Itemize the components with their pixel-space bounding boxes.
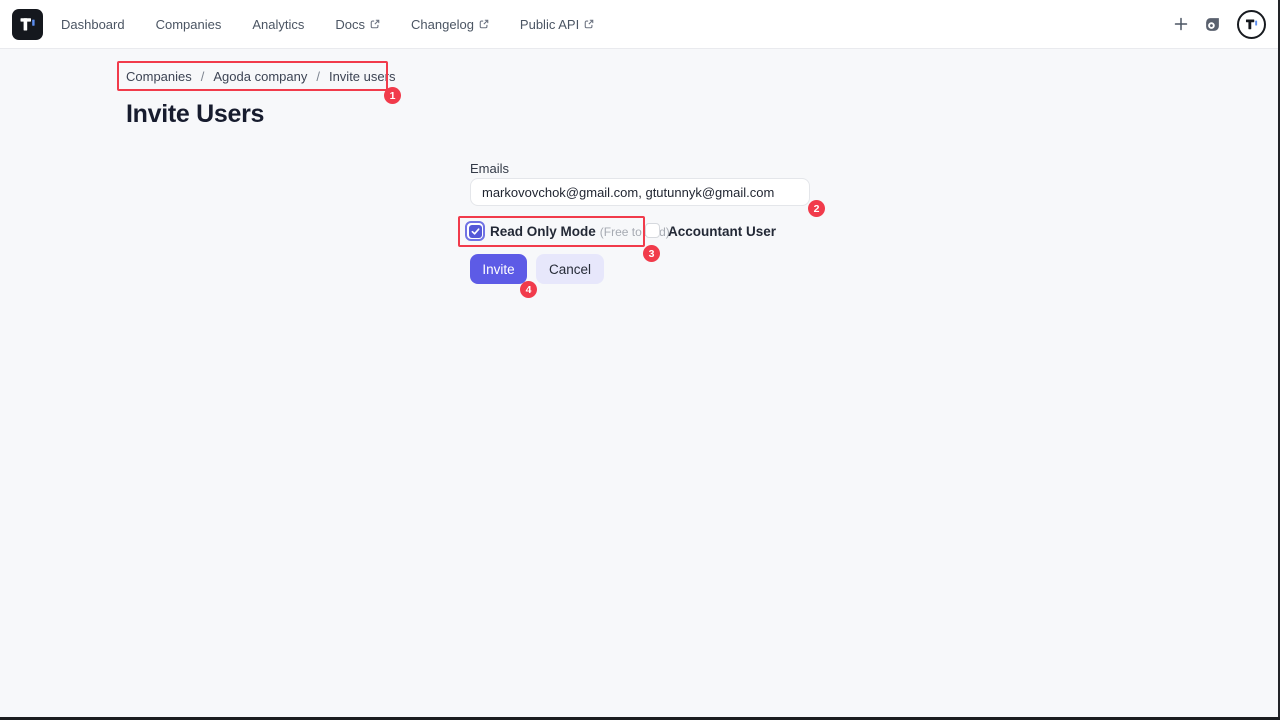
nav-item-label: Public API bbox=[519, 16, 580, 32]
external-link-icon bbox=[584, 19, 594, 29]
breadcrumb-separator: / bbox=[316, 69, 320, 84]
nav-item-label: Changelog bbox=[411, 16, 474, 32]
brand-logo[interactable] bbox=[12, 8, 43, 40]
external-link-icon bbox=[370, 19, 380, 29]
nav-item-analytics[interactable]: Analytics bbox=[252, 17, 304, 32]
checkbox-checked-fill bbox=[468, 224, 482, 238]
breadcrumb: Companies / Agoda company / Invite users bbox=[126, 69, 395, 84]
emails-input[interactable] bbox=[470, 178, 810, 206]
avatar-brand-icon bbox=[1245, 19, 1258, 29]
nav-item-public-api[interactable]: Public API bbox=[520, 17, 594, 32]
breadcrumb-item-invite-users[interactable]: Invite users bbox=[329, 69, 395, 84]
annotation-badge-4: 4 bbox=[520, 281, 537, 298]
annotation-badge-2: 2 bbox=[808, 200, 825, 217]
accountant-user-checkbox[interactable] bbox=[645, 223, 660, 238]
nav-item-label: Docs bbox=[335, 16, 366, 32]
breadcrumb-item-companies[interactable]: Companies bbox=[126, 69, 192, 84]
annotation-badge-1: 1 bbox=[384, 87, 401, 104]
support-icon bbox=[1206, 17, 1219, 31]
nav-item-companies[interactable]: Companies bbox=[156, 17, 222, 32]
read-only-mode-text: Read Only Mode bbox=[490, 224, 596, 239]
page-title: Invite Users bbox=[126, 100, 265, 128]
nav-item-label: Dashboard bbox=[61, 16, 125, 32]
app-window: Dashboard Companies Analytics Docs Chang… bbox=[0, 0, 1280, 720]
external-link-icon bbox=[479, 19, 489, 29]
add-button[interactable] bbox=[1174, 17, 1188, 31]
nav-item-dashboard[interactable]: Dashboard bbox=[61, 17, 125, 32]
plus-icon bbox=[1174, 17, 1188, 31]
invite-button[interactable]: Invite bbox=[470, 254, 527, 284]
accountant-user-text: Accountant User bbox=[668, 224, 777, 239]
accountant-user-label[interactable]: Accountant User bbox=[668, 224, 776, 239]
top-navbar: Dashboard Companies Analytics Docs Chang… bbox=[0, 0, 1280, 49]
breadcrumb-separator: / bbox=[200, 69, 205, 84]
main-nav: Dashboard Companies Analytics Docs Chang… bbox=[61, 17, 594, 32]
header-actions bbox=[1174, 9, 1266, 39]
annotation-badge-3: 3 bbox=[643, 245, 660, 262]
read-only-mode-label[interactable]: Read Only Mode (Free to Add) bbox=[490, 224, 670, 239]
brand-logo-icon bbox=[20, 17, 35, 30]
nav-item-changelog[interactable]: Changelog bbox=[411, 17, 489, 32]
check-icon bbox=[471, 227, 479, 235]
nav-item-docs[interactable]: Docs bbox=[335, 17, 380, 32]
account-avatar[interactable] bbox=[1237, 9, 1266, 39]
cancel-button[interactable]: Cancel bbox=[536, 254, 604, 284]
emails-label: Emails bbox=[470, 161, 510, 176]
support-button[interactable] bbox=[1204, 16, 1221, 33]
nav-item-label: Companies bbox=[155, 16, 222, 32]
nav-item-label: Analytics bbox=[252, 16, 305, 32]
read-only-mode-checkbox[interactable] bbox=[465, 221, 485, 241]
breadcrumb-item-agoda-company[interactable]: Agoda company bbox=[213, 69, 307, 84]
